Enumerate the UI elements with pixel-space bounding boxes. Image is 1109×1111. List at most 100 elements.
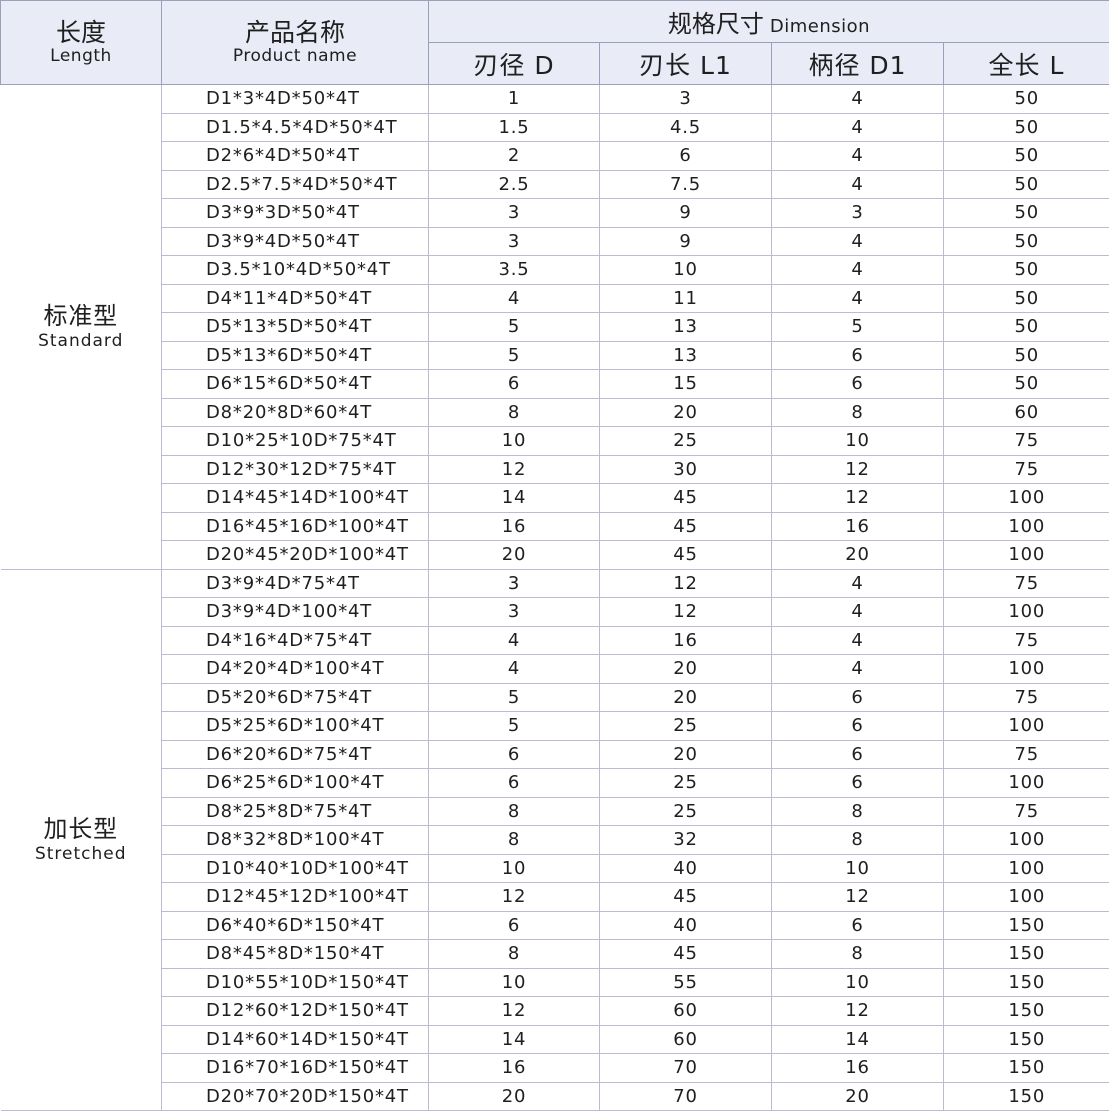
cutting-length-cell: 13 bbox=[600, 341, 772, 370]
cutting-diameter-cell: 6 bbox=[429, 911, 600, 940]
overall-length-cell: 100 bbox=[944, 484, 1109, 513]
cutting-length-cell: 13 bbox=[600, 313, 772, 342]
table-row: D4*16*4D*75*4T416475 bbox=[1, 626, 1109, 655]
cutting-diameter-cell: 8 bbox=[429, 940, 600, 969]
cutting-diameter-cell: 6 bbox=[429, 370, 600, 399]
product-name-cell: D1*3*4D*50*4T bbox=[162, 85, 429, 114]
shank-diameter-cell: 16 bbox=[772, 512, 944, 541]
product-name-cell: D3.5*10*4D*50*4T bbox=[162, 256, 429, 285]
cutting-diameter-cell: 3 bbox=[429, 227, 600, 256]
table-row: D3*9*4D*100*4T3124100 bbox=[1, 598, 1109, 627]
length-group-cn: 加长型 bbox=[1, 815, 162, 843]
table-row: D20*45*20D*100*4T204520100 bbox=[1, 541, 1109, 570]
product-name-cell: D20*70*20D*150*4T bbox=[162, 1082, 429, 1111]
overall-length-cell: 50 bbox=[944, 256, 1109, 285]
cutting-diameter-cell: 20 bbox=[429, 541, 600, 570]
header-shank-diameter: 柄径 D1 bbox=[772, 43, 944, 85]
cutting-diameter-cell: 8 bbox=[429, 797, 600, 826]
product-name-cell: D14*45*14D*100*4T bbox=[162, 484, 429, 513]
cutting-diameter-cell: 3 bbox=[429, 598, 600, 627]
cutting-diameter-cell: 4 bbox=[429, 284, 600, 313]
header-overall-length: 全长 L bbox=[944, 43, 1109, 85]
cutting-length-cell: 9 bbox=[600, 227, 772, 256]
product-name-cell: D5*25*6D*100*4T bbox=[162, 712, 429, 741]
table-row: D5*13*6D*50*4T513650 bbox=[1, 341, 1109, 370]
header-length: 长度 Length bbox=[1, 1, 162, 85]
overall-length-cell: 50 bbox=[944, 199, 1109, 228]
table-row: D6*25*6D*100*4T6256100 bbox=[1, 769, 1109, 798]
overall-length-cell: 150 bbox=[944, 911, 1109, 940]
cutting-diameter-cell: 20 bbox=[429, 1082, 600, 1111]
shank-diameter-cell: 6 bbox=[772, 683, 944, 712]
overall-length-cell: 50 bbox=[944, 341, 1109, 370]
cutting-length-cell: 4.5 bbox=[600, 113, 772, 142]
shank-diameter-cell: 6 bbox=[772, 341, 944, 370]
cutting-length-cell: 40 bbox=[600, 854, 772, 883]
overall-length-cell: 100 bbox=[944, 541, 1109, 570]
product-name-cell: D2*6*4D*50*4T bbox=[162, 142, 429, 171]
cutting-length-cell: 20 bbox=[600, 398, 772, 427]
cutting-diameter-cell: 16 bbox=[429, 512, 600, 541]
product-name-cell: D6*20*6D*75*4T bbox=[162, 740, 429, 769]
shank-diameter-cell: 4 bbox=[772, 626, 944, 655]
cutting-length-cell: 6 bbox=[600, 142, 772, 171]
cutting-length-cell: 20 bbox=[600, 740, 772, 769]
cutting-diameter-cell: 10 bbox=[429, 427, 600, 456]
product-name-cell: D8*45*8D*150*4T bbox=[162, 940, 429, 969]
cutting-length-cell: 9 bbox=[600, 199, 772, 228]
cutting-length-cell: 25 bbox=[600, 769, 772, 798]
shank-diameter-cell: 12 bbox=[772, 484, 944, 513]
cutting-length-cell: 60 bbox=[600, 997, 772, 1026]
length-group-cn: 标准型 bbox=[1, 302, 162, 330]
cutting-diameter-cell: 4 bbox=[429, 626, 600, 655]
cutting-diameter-cell: 10 bbox=[429, 854, 600, 883]
product-name-cell: D6*40*6D*150*4T bbox=[162, 911, 429, 940]
overall-length-cell: 75 bbox=[944, 683, 1109, 712]
table-row: D10*40*10D*100*4T104010100 bbox=[1, 854, 1109, 883]
table-row: D8*25*8D*75*4T825875 bbox=[1, 797, 1109, 826]
shank-diameter-cell: 4 bbox=[772, 569, 944, 598]
overall-length-cell: 150 bbox=[944, 940, 1109, 969]
length-group-cell: 加长型Stretched bbox=[1, 569, 162, 1111]
table-row: D3*9*4D*50*4T39450 bbox=[1, 227, 1109, 256]
table-row: D3.5*10*4D*50*4T3.510450 bbox=[1, 256, 1109, 285]
cutting-length-cell: 12 bbox=[600, 598, 772, 627]
product-name-cell: D5*13*6D*50*4T bbox=[162, 341, 429, 370]
cutting-diameter-cell: 16 bbox=[429, 1054, 600, 1083]
cutting-diameter-cell: 8 bbox=[429, 398, 600, 427]
product-name-cell: D2.5*7.5*4D*50*4T bbox=[162, 170, 429, 199]
header-cutting-diameter: 刃径 D bbox=[429, 43, 600, 85]
overall-length-cell: 100 bbox=[944, 769, 1109, 798]
cutting-diameter-cell: 12 bbox=[429, 455, 600, 484]
shank-diameter-cell: 6 bbox=[772, 712, 944, 741]
product-name-cell: D8*20*8D*60*4T bbox=[162, 398, 429, 427]
overall-length-cell: 50 bbox=[944, 170, 1109, 199]
overall-length-cell: 75 bbox=[944, 626, 1109, 655]
table-row: D8*20*8D*60*4T820860 bbox=[1, 398, 1109, 427]
product-name-cell: D12*30*12D*75*4T bbox=[162, 455, 429, 484]
shank-diameter-cell: 4 bbox=[772, 170, 944, 199]
cutting-length-cell: 3 bbox=[600, 85, 772, 114]
overall-length-cell: 150 bbox=[944, 1025, 1109, 1054]
product-name-cell: D1.5*4.5*4D*50*4T bbox=[162, 113, 429, 142]
shank-diameter-cell: 10 bbox=[772, 427, 944, 456]
cutting-length-cell: 45 bbox=[600, 541, 772, 570]
cutting-length-cell: 70 bbox=[600, 1082, 772, 1111]
overall-length-cell: 50 bbox=[944, 370, 1109, 399]
table-row: D10*25*10D*75*4T10251075 bbox=[1, 427, 1109, 456]
product-name-cell: D10*40*10D*100*4T bbox=[162, 854, 429, 883]
table-row: D6*40*6D*150*4T6406150 bbox=[1, 911, 1109, 940]
overall-length-cell: 100 bbox=[944, 655, 1109, 684]
cutting-diameter-cell: 14 bbox=[429, 1025, 600, 1054]
table-row: D6*20*6D*75*4T620675 bbox=[1, 740, 1109, 769]
header-name-en: Product name bbox=[162, 46, 428, 66]
cutting-diameter-cell: 3.5 bbox=[429, 256, 600, 285]
cutting-diameter-cell: 12 bbox=[429, 997, 600, 1026]
cutting-diameter-cell: 5 bbox=[429, 712, 600, 741]
cutting-length-cell: 25 bbox=[600, 712, 772, 741]
cutting-length-cell: 45 bbox=[600, 883, 772, 912]
product-name-cell: D4*20*4D*100*4T bbox=[162, 655, 429, 684]
overall-length-cell: 75 bbox=[944, 569, 1109, 598]
table-body: 标准型StandardD1*3*4D*50*4T13450D1.5*4.5*4D… bbox=[1, 85, 1109, 1111]
product-name-cell: D16*70*16D*150*4T bbox=[162, 1054, 429, 1083]
